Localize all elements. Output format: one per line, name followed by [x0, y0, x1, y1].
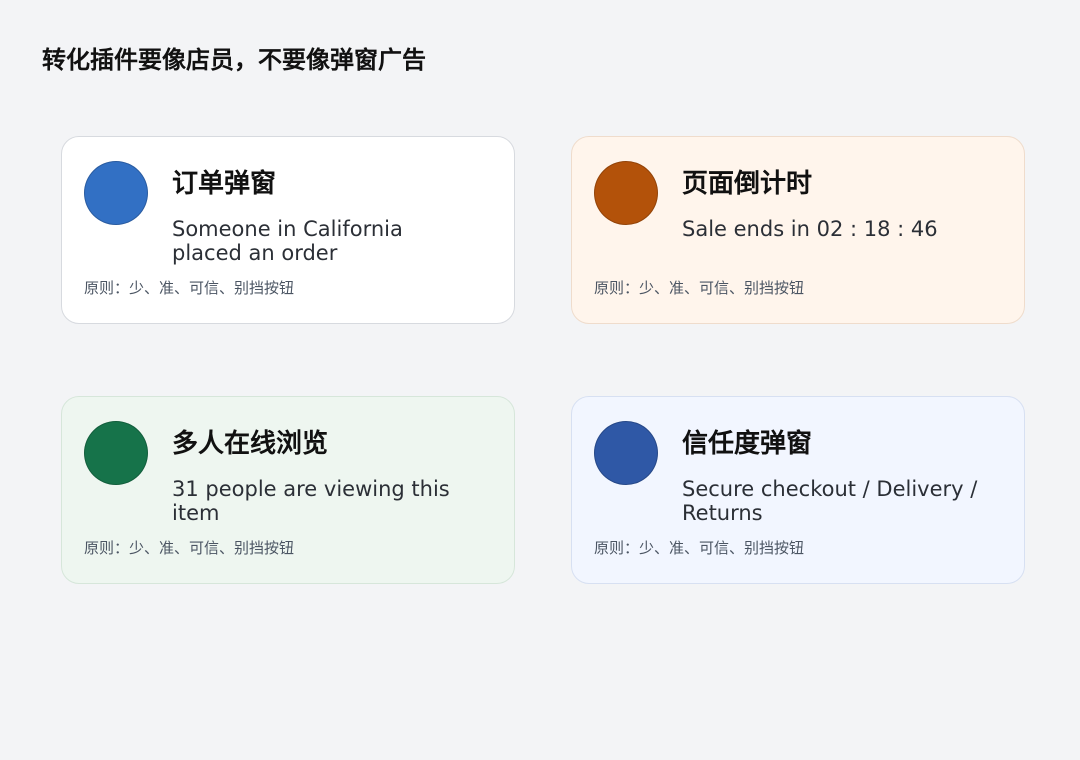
circle-icon	[84, 421, 148, 485]
circle-icon	[594, 161, 658, 225]
card-title: 订单弹窗	[172, 169, 277, 199]
circle-icon	[594, 421, 658, 485]
card-trust-popup: 信任度弹窗 Secure checkout / Delivery / Retur…	[571, 396, 1025, 584]
card-title: 页面倒计时	[682, 169, 813, 199]
card-description: Someone in California placed an order	[172, 217, 403, 265]
card-title: 多人在线浏览	[172, 429, 329, 459]
page-title: 转化插件要像店员，不要像弹窗广告	[42, 46, 426, 74]
card-principle-note: 原则：少、准、可信、别挡按钮	[84, 539, 295, 557]
card-description: Secure checkout / Delivery / Returns	[682, 477, 978, 525]
card-description: Sale ends in 02 : 18 : 46	[682, 217, 938, 241]
card-countdown: 页面倒计时 Sale ends in 02 : 18 : 46 原则：少、准、可…	[571, 136, 1025, 324]
card-principle-note: 原则：少、准、可信、别挡按钮	[594, 539, 805, 557]
circle-icon	[84, 161, 148, 225]
card-order-popup: 订单弹窗 Someone in California placed an ord…	[61, 136, 515, 324]
card-description: 31 people are viewing this item	[172, 477, 450, 525]
card-principle-note: 原则：少、准、可信、别挡按钮	[594, 279, 805, 297]
card-principle-note: 原则：少、准、可信、别挡按钮	[84, 279, 295, 297]
card-online-viewers: 多人在线浏览 31 people are viewing this item 原…	[61, 396, 515, 584]
card-title: 信任度弹窗	[682, 429, 813, 459]
